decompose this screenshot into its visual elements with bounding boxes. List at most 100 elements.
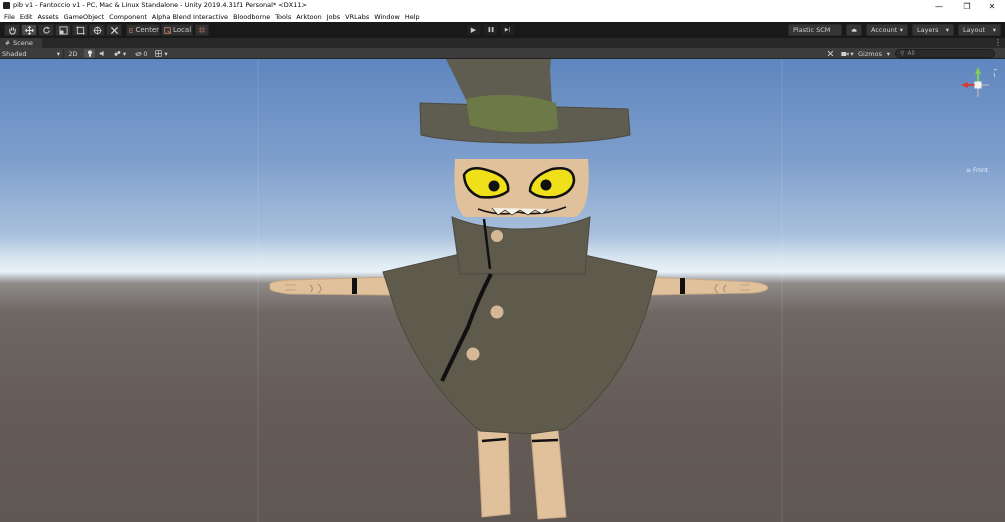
lighting-toggle[interactable]: [84, 49, 95, 58]
pivot-space-toggle[interactable]: Local: [161, 24, 193, 36]
minimize-button[interactable]: —: [925, 0, 953, 12]
plastic-scm-label: Plastic SCM: [793, 26, 831, 34]
grid-dropdown[interactable]: ▾: [152, 49, 171, 58]
menu-arktoon[interactable]: Arktoon: [296, 13, 322, 21]
chevron-down-icon: ▾: [164, 49, 168, 58]
menu-window[interactable]: Window: [374, 13, 400, 21]
scene-tools-button[interactable]: [824, 49, 836, 58]
transform-tool-button[interactable]: [89, 24, 105, 36]
orientation-gizmo[interactable]: [955, 64, 1000, 106]
chevron-down-icon: ▾: [122, 49, 127, 58]
menu-file[interactable]: File: [4, 13, 15, 21]
custom-tool-button[interactable]: [106, 24, 122, 36]
view-icon: ≡: [966, 167, 972, 174]
audio-toggle[interactable]: [97, 49, 108, 58]
play-icon: ▶: [470, 26, 477, 34]
scene-tab-label: Scene: [13, 39, 33, 47]
menu-component[interactable]: Component: [109, 13, 147, 21]
maximize-button[interactable]: ❐: [953, 0, 981, 12]
pivot-center-toggle[interactable]: Center: [126, 24, 160, 36]
menu-bar: File Edit Assets GameObject Component Al…: [0, 12, 1005, 22]
chevron-down-icon: ▾: [850, 49, 854, 58]
tools-icon: [827, 50, 833, 57]
tab-bar: # Scene ⋮: [0, 38, 1005, 48]
cloud-button[interactable]: [846, 24, 862, 36]
camera-settings-dropdown[interactable]: ▾: [839, 49, 856, 58]
speaker-icon: [99, 50, 104, 57]
scale-tool-button[interactable]: [55, 24, 71, 36]
main-toolbar: Center Local ▶ ❚❚ ▶| Plastic SCM Account…: [0, 22, 1005, 38]
play-button[interactable]: ▶: [466, 24, 481, 36]
view-label: Front: [972, 167, 989, 174]
menu-bloodborne[interactable]: Bloodborne: [233, 13, 270, 21]
chevron-down-icon: ▾: [945, 26, 949, 34]
menu-alpha-blend-interactive[interactable]: Alpha Blend Interactive: [152, 13, 228, 21]
menu-assets[interactable]: Assets: [37, 13, 58, 21]
chevron-down-icon: ▾: [992, 26, 996, 34]
layers-label: Layers: [917, 26, 939, 34]
2d-label: 2D: [68, 49, 78, 58]
layout-label: Layout: [963, 26, 986, 34]
window-title: pib v1 - Fantoccio v1 - PC, Mac & Linux …: [13, 1, 307, 9]
view-orientation-label[interactable]: ≡ Front: [966, 167, 988, 174]
scene-viewport[interactable]: ≡ Front: [0, 59, 1005, 522]
gizmos-label: Gizmos: [858, 49, 882, 58]
camera-icon: [841, 51, 850, 56]
menu-help[interactable]: Help: [405, 13, 420, 21]
menu-edit[interactable]: Edit: [20, 13, 33, 21]
tab-scene[interactable]: # Scene: [0, 38, 42, 48]
grid-snap-button[interactable]: [195, 24, 209, 36]
search-icon: ⚲: [900, 50, 905, 57]
cloud-icon: [851, 28, 857, 32]
pause-button[interactable]: ❚❚: [483, 24, 498, 36]
rotate-icon: [42, 26, 50, 33]
rect-transform-icon: [75, 25, 85, 35]
step-icon: ▶|: [504, 27, 511, 33]
chevron-down-icon: ▾: [899, 26, 903, 34]
gizmos-dropdown[interactable]: Gizmos ▾: [856, 49, 892, 58]
hidden-objects-toggle[interactable]: 0: [133, 49, 150, 58]
effects-dropdown[interactable]: ▾: [111, 49, 129, 58]
menu-vrlabs[interactable]: VRLabs: [345, 13, 369, 21]
2d-toggle[interactable]: 2D: [66, 49, 80, 58]
tab-menu-icon[interactable]: ⋮: [994, 38, 1002, 48]
scene-view-toolbar: Shaded ▾ 2D ▾ 0 ▾ ▾ Gizmos ▾ ⚲ All: [0, 48, 1005, 59]
menu-gameobject[interactable]: GameObject: [64, 13, 105, 21]
scene-search-input[interactable]: ⚲ All: [895, 49, 995, 58]
light-bulb-icon: [87, 50, 92, 57]
step-button[interactable]: ▶|: [500, 24, 515, 36]
grid-snap-icon: [198, 26, 206, 34]
account-label: Account: [871, 26, 898, 34]
draw-mode-dropdown[interactable]: Shaded ▾: [2, 49, 64, 58]
local-space-icon: [164, 26, 171, 34]
layout-dropdown[interactable]: Layout ▾: [958, 24, 1001, 36]
layers-dropdown[interactable]: Layers ▾: [912, 24, 954, 36]
chevron-down-icon: ▾: [886, 49, 890, 58]
character-cloak: [382, 216, 658, 435]
window-title-bar: pib v1 - Fantoccio v1 - PC, Mac & Linux …: [0, 0, 1005, 12]
rotate-tool-button[interactable]: [38, 24, 54, 36]
character-legs: [477, 430, 567, 520]
pause-icon: ❚❚: [487, 27, 494, 33]
plastic-scm-button[interactable]: Plastic SCM: [788, 24, 842, 36]
pivot-center-label: Center: [135, 26, 159, 34]
pivot-center-icon: [129, 27, 134, 33]
menu-jobs[interactable]: Jobs: [327, 13, 340, 21]
character-head: [454, 159, 589, 217]
close-button[interactable]: ✕: [978, 0, 1005, 12]
eye-slash-icon: [135, 51, 143, 56]
rect-tool-button[interactable]: [72, 24, 88, 36]
search-placeholder: All: [907, 50, 915, 57]
account-dropdown[interactable]: Account ▾: [866, 24, 908, 36]
menu-tools[interactable]: Tools: [275, 13, 291, 21]
move-tool-button[interactable]: [21, 24, 37, 36]
pivot-space-label: Local: [173, 26, 192, 34]
unity-app-icon: [3, 2, 10, 9]
effects-icon: [114, 51, 121, 56]
hidden-count: 0: [143, 49, 148, 58]
hand-tool-button[interactable]: [4, 24, 20, 36]
grid-icon: [155, 50, 163, 57]
transform-icon: [92, 25, 102, 35]
move-arrows-icon: [24, 25, 34, 35]
chevron-down-icon: ▾: [56, 49, 60, 58]
